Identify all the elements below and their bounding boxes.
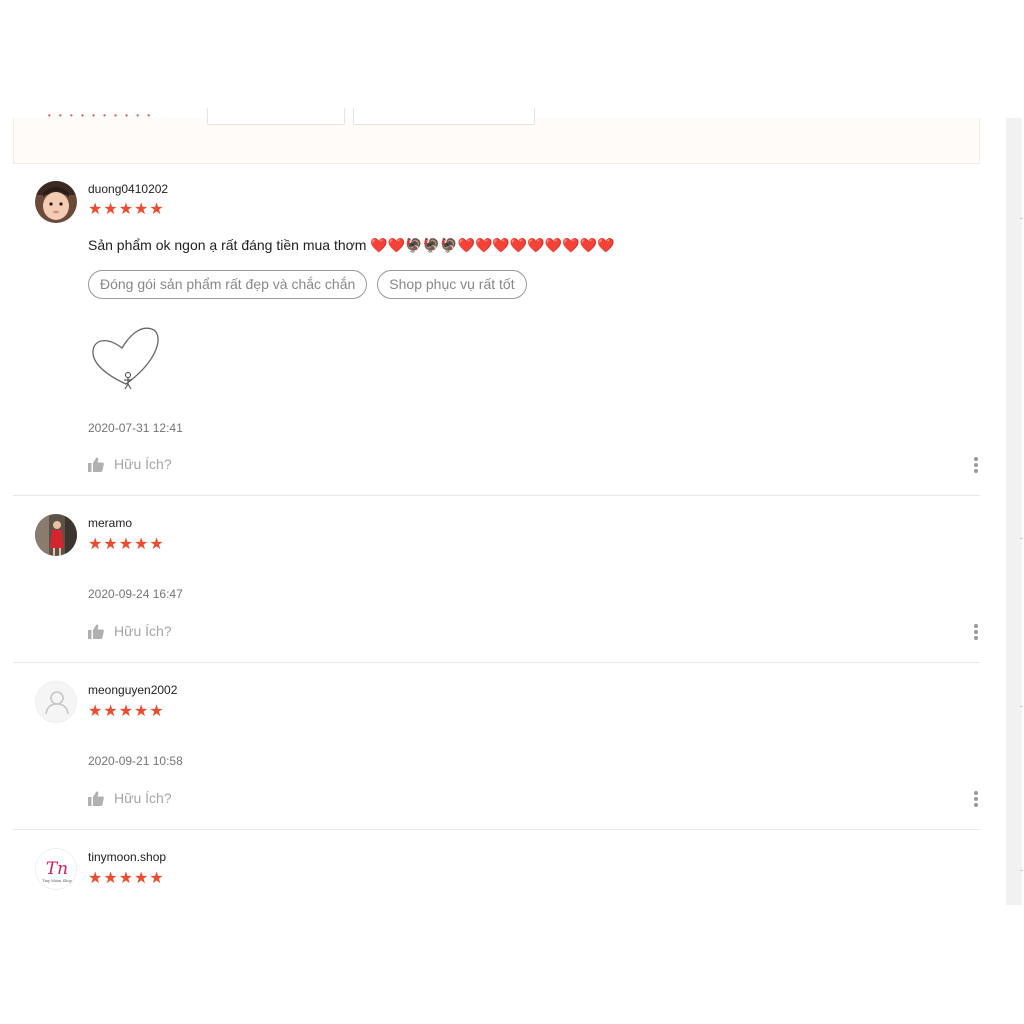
default-user-avatar[interactable] — [35, 681, 77, 723]
woman-photo-avatar[interactable] — [35, 514, 77, 556]
review-item: meramo ★★★★★ 2020-09-24 16:47 Hữu Ích? — [13, 496, 980, 663]
more-options-icon[interactable] — [968, 790, 984, 808]
filter-button[interactable] — [353, 108, 535, 125]
helpful-label: Hữu Ích? — [114, 456, 172, 472]
logo-subtext: Tiny Moon Shop — [42, 879, 72, 883]
rating-stars: ★★★★★ — [88, 536, 165, 553]
helpful-button[interactable]: Hữu Ích? — [88, 623, 172, 639]
review-time: 2020-09-21 10:58 — [88, 754, 183, 768]
thumbs-up-icon — [88, 624, 104, 639]
scroll-tick — [1020, 218, 1023, 219]
rating-stars: ★★★★★ — [88, 870, 165, 887]
more-options-icon[interactable] — [968, 623, 984, 641]
reviews-page: • • • • • • • • • • duong0410202 ★★★★★ S… — [0, 0, 1024, 1024]
review-comment-text: Sản phẩm ok ngon ạ rất đáng tiền mua thơ… — [88, 237, 367, 253]
review-item: Tn Tiny Moon Shop tinymoon.shop ★★★★★ — [13, 830, 980, 900]
review-comment-emoji: ❤️❤️🦃🦃🦃❤️❤️❤️❤️❤️❤️❤️❤️❤️ — [370, 237, 615, 253]
reviewer-username: meonguyen2002 — [88, 683, 178, 697]
thumbs-up-icon — [88, 457, 104, 472]
helpful-label: Hữu Ích? — [114, 623, 172, 639]
scroll-tick — [1020, 870, 1023, 871]
review-tag: Đóng gói sản phẩm rất đẹp và chắc chắn — [88, 270, 368, 299]
filter-button[interactable] — [207, 108, 345, 125]
logo-text: Tn — [46, 859, 68, 879]
reviewer-username: meramo — [88, 516, 133, 530]
tinymoon-logo-avatar[interactable]: Tn Tiny Moon Shop — [35, 848, 77, 890]
helpful-button[interactable]: Hữu Ích? — [88, 790, 172, 806]
rating-stars: ★★★★★ — [88, 201, 165, 218]
summary-stars: • • • • • • • • • • — [48, 111, 154, 120]
review-tags: Đóng gói sản phẩm rất đẹp và chắc chắn S… — [88, 270, 527, 299]
child-photo-avatar[interactable] — [35, 181, 77, 223]
thumbs-up-icon — [88, 791, 104, 806]
helpful-button[interactable]: Hữu Ích? — [88, 456, 172, 472]
scroll-tick — [1020, 706, 1023, 707]
reviewer-username: tinymoon.shop — [88, 850, 167, 864]
scrollbar[interactable] — [1006, 118, 1022, 905]
review-time: 2020-07-31 12:41 — [88, 421, 183, 435]
review-item: meonguyen2002 ★★★★★ 2020-09-21 10:58 Hữu… — [13, 663, 980, 830]
more-options-icon[interactable] — [968, 456, 984, 474]
review-time: 2020-09-24 16:47 — [88, 587, 183, 601]
helpful-label: Hữu Ích? — [114, 790, 172, 806]
rating-summary-panel: • • • • • • • • • • — [13, 108, 980, 164]
review-comment: Sản phẩm ok ngon ạ rất đáng tiền mua thơ… — [88, 237, 614, 254]
rating-stars: ★★★★★ — [88, 703, 165, 720]
review-tag: Shop phục vụ rất tốt — [377, 270, 527, 299]
review-photo-thumbnail[interactable] — [88, 318, 162, 392]
review-item: duong0410202 ★★★★★ Sản phẩm ok ngon ạ rấ… — [13, 165, 980, 496]
scroll-tick — [1020, 538, 1023, 539]
reviewer-username: duong0410202 — [88, 182, 169, 196]
